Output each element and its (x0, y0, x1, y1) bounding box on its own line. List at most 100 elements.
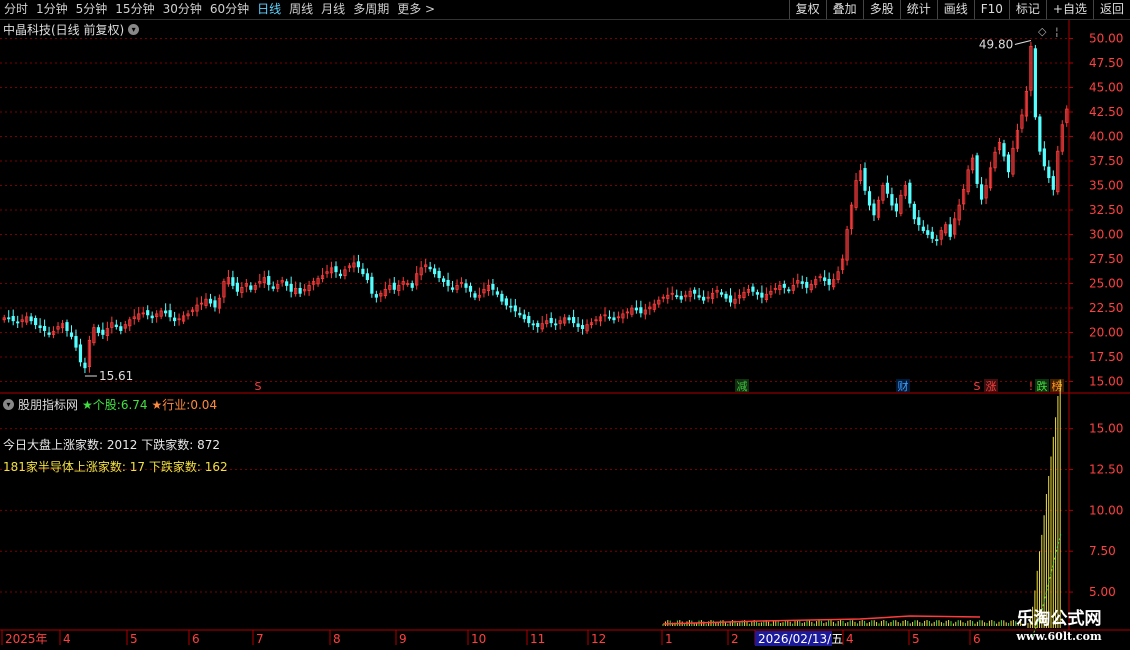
candle-body (361, 268, 365, 275)
high-label: 49.80 (979, 37, 1013, 51)
candle-body (74, 336, 78, 348)
event-marker: 涨 (986, 380, 997, 393)
candle-body (572, 317, 576, 324)
y-tick-label: 27.50 (1089, 252, 1123, 266)
candle-body (173, 317, 177, 322)
candle-body (921, 226, 925, 231)
candle-body (231, 277, 235, 286)
event-marker: S (255, 380, 262, 393)
candle-body (504, 298, 508, 306)
event-marker: S (974, 380, 981, 393)
candle-body (527, 316, 531, 324)
candle-body (800, 281, 804, 284)
candle-body (724, 293, 728, 299)
candle-body (979, 184, 984, 200)
candle-body (926, 230, 930, 235)
candle-body (1047, 166, 1051, 179)
candle-body (428, 266, 432, 270)
candle-body (1042, 148, 1046, 167)
candle-body (930, 231, 934, 239)
candle-body (908, 182, 912, 204)
candle-body (150, 315, 154, 319)
candle-body (441, 278, 446, 282)
watermark-logo: 乐淘公式网 www.60lt.com (994, 608, 1124, 650)
candle-body (948, 224, 952, 237)
candle-body (755, 292, 760, 295)
x-tick-label: 8 (333, 632, 341, 646)
x-tick-label: 11 (530, 632, 545, 646)
y-tick-label: 22.50 (1089, 301, 1123, 315)
low-label: 15.61 (99, 369, 133, 383)
candle-body (823, 277, 827, 281)
candle-body (285, 281, 289, 286)
candle-body (96, 327, 100, 333)
candle-body (536, 323, 540, 328)
candle-body (446, 279, 450, 286)
x-tick-label: 6 (192, 632, 200, 646)
candle-body (208, 298, 213, 304)
candle-body (702, 296, 706, 301)
candle-body (867, 191, 872, 206)
x-tick-label: 9 (399, 632, 407, 646)
candle-body (612, 317, 616, 321)
candle-body (728, 295, 733, 303)
candle-body (885, 182, 890, 194)
event-marker: 榜 (1052, 379, 1063, 393)
candle-body (500, 293, 504, 302)
ind-y-tick-label: 5.00 (1089, 585, 1116, 599)
candle-body (975, 155, 979, 184)
x-tick-label: 4 (846, 632, 854, 646)
candle-body (433, 268, 437, 275)
y-tick-label: 32.50 (1089, 203, 1123, 217)
price-chart[interactable]: 15.0017.5020.0022.5025.0027.5030.0032.50… (0, 0, 1130, 650)
x-tick-label: 10 (471, 632, 486, 646)
ind-y-tick-label: 7.50 (1089, 544, 1116, 558)
candle-body (863, 168, 867, 191)
market-stats: 今日大盘上涨家数: 2012 下跌家数: 872 (3, 438, 220, 452)
candle-body (168, 310, 172, 318)
y-tick-label: 17.50 (1089, 350, 1123, 364)
candle-body (370, 276, 374, 294)
candle-body (894, 203, 898, 212)
high-pointer (1014, 39, 1032, 45)
candle-body (437, 270, 441, 279)
candle-body (213, 300, 217, 308)
candle-body (890, 194, 894, 206)
candle-body (917, 217, 921, 226)
candle-body (289, 283, 293, 292)
stock-label: ★个股: (82, 398, 121, 412)
candle-body (271, 286, 275, 289)
candle-body (827, 278, 831, 285)
candle-body (146, 310, 150, 316)
y-tick-label: 15.00 (1089, 375, 1123, 389)
candle-body (334, 266, 338, 273)
candle-body (531, 323, 535, 326)
candle-body (42, 326, 47, 331)
candle-body (365, 273, 369, 280)
candle-body (805, 281, 809, 288)
ind-y-tick-label: 15.00 (1089, 422, 1123, 436)
candle-body (114, 324, 118, 328)
candle-body (1006, 154, 1011, 173)
candle-body (16, 321, 20, 324)
x-tick-label: 4 (63, 632, 71, 646)
x-tick-label: 12 (591, 632, 606, 646)
y-tick-label: 35.00 (1089, 179, 1123, 193)
candle-body (249, 285, 253, 290)
candle-body (693, 289, 697, 294)
candle-body (760, 292, 764, 298)
x-tick-label: 5 (130, 632, 138, 646)
indicator-name: 股朋指标网 (18, 398, 79, 412)
stock-value: 6.74 (120, 397, 148, 412)
x-tick-label: 6 (973, 632, 981, 646)
candle-body (78, 344, 83, 363)
y-tick-label: 20.00 (1089, 326, 1123, 340)
chevron-down-icon[interactable]: ▾ (3, 399, 14, 410)
candle-body (47, 332, 51, 335)
watermark-url: www.60lt.com (1016, 630, 1102, 643)
candle-body (38, 325, 42, 328)
candle-body (751, 286, 755, 292)
ind-y-tick-label: 10.00 (1089, 503, 1123, 517)
watermark-title: 乐淘公式网 (1016, 609, 1102, 629)
indicator-title: ▾ 股朋指标网 ★个股: 6.74 ★行业: 0.04 (3, 396, 217, 413)
